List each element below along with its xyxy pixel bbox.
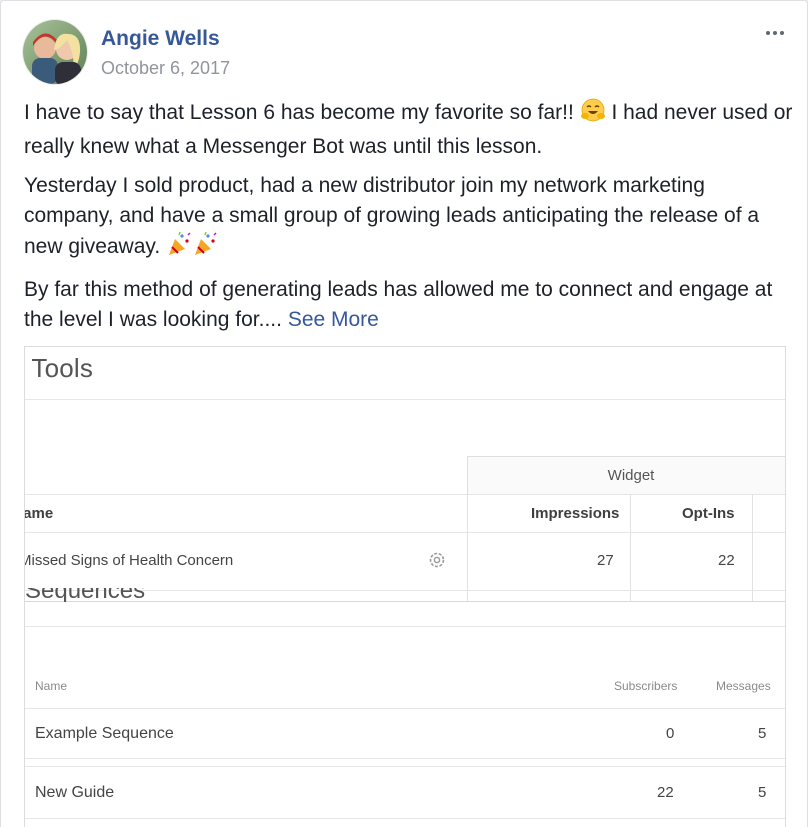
paragraph-1-text-a: I have to say that Lesson 6 has become m… [24, 101, 580, 124]
row-impressions: 27 [597, 552, 614, 569]
divider [25, 818, 785, 819]
column-header-name: Name [35, 679, 68, 693]
gear-icon[interactable] [427, 550, 447, 575]
divider [25, 766, 785, 767]
column-header-impressions: Impressions [531, 505, 620, 522]
more-options-icon[interactable] [763, 21, 787, 45]
paragraph-1: I have to say that Lesson 6 has become m… [24, 97, 794, 162]
author-name[interactable]: Angie Wells [101, 27, 220, 51]
sequences-panel: Sequences Name Subscribers Messages Exam… [25, 588, 785, 827]
column-header-messages: Messages [716, 679, 771, 693]
sequence-name[interactable]: Example Sequence [35, 725, 174, 743]
divider [25, 708, 785, 709]
paragraph-2: Yesterday I sold product, had a new dist… [24, 171, 794, 266]
avatar[interactable] [23, 20, 87, 84]
divider [25, 532, 785, 533]
column-header-name: lame [25, 505, 54, 522]
sequence-subscribers: 0 [666, 725, 675, 742]
sequence-name[interactable]: New Guide [35, 784, 114, 802]
widget-group-label: Widget [607, 467, 655, 484]
sequence-messages: 5 [758, 784, 767, 801]
post-date[interactable]: October 6, 2017 [101, 58, 230, 79]
row-optins: 22 [718, 552, 735, 569]
see-more-link[interactable]: See More [288, 308, 379, 331]
column-header-subscribers: Subscribers [614, 679, 678, 693]
post-card: Angie Wells October 6, 2017 I have to sa… [0, 0, 808, 827]
screenshot-title: ı Tools [24, 353, 94, 383]
divider [25, 758, 785, 759]
sequence-subscribers: 22 [657, 784, 674, 801]
column-header-optins: Opt-Ins [682, 505, 735, 522]
column-divider [630, 494, 631, 601]
sequence-messages: 5 [758, 725, 767, 742]
post-text: I have to say that Lesson 6 has become m… [24, 97, 794, 344]
party-popper-emoji [192, 231, 218, 266]
attached-screenshot[interactable]: ı Tools Widget lame Impressions Opt-Ins … [24, 346, 786, 827]
paragraph-2-text: Yesterday I sold product, had a new dist… [24, 174, 760, 258]
hugging-face-emoji [580, 97, 606, 132]
paragraph-3-text: By far this method of generating leads h… [24, 278, 773, 331]
divider [25, 399, 785, 400]
divider [25, 494, 785, 495]
row-name[interactable]: Missed Signs of Health Concern [25, 552, 233, 569]
paragraph-3: By far this method of generating leads h… [24, 275, 794, 335]
sequences-title: Sequences [25, 588, 146, 602]
column-divider [467, 494, 468, 601]
column-divider [752, 494, 753, 601]
divider [25, 626, 785, 627]
party-popper-emoji [166, 231, 192, 266]
